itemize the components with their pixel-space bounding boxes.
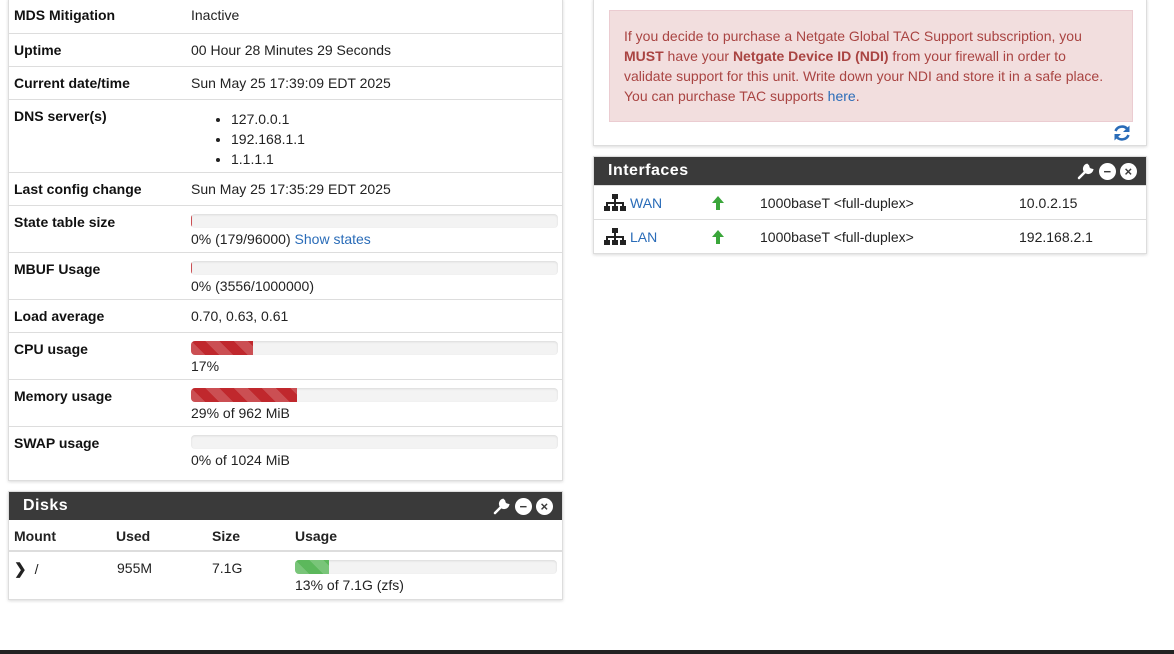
- mds-label: MDS Mitigation: [14, 7, 116, 23]
- disk-used: 955M: [117, 560, 153, 576]
- table-row[interactable]: ❯ / 955M 7.1G 13% of 7.1G (zfs): [9, 551, 562, 597]
- uptime-label: Uptime: [14, 42, 62, 58]
- disk-size: 7.1G: [212, 560, 243, 576]
- memory-progress-bar: [191, 388, 558, 402]
- cpu-row: CPU usage 17%: [9, 332, 562, 379]
- close-icon[interactable]: ×: [536, 497, 553, 515]
- mbuf-label: MBUF Usage: [14, 261, 101, 277]
- uptime-row: Uptime 00 Hour 28 Minutes 29 Seconds: [9, 33, 562, 66]
- swap-value: 0% of 1024 MiB: [191, 452, 290, 468]
- swap-progress-bar: [191, 435, 558, 449]
- cpu-value: 17%: [191, 358, 220, 374]
- tac-alert: If you decide to purchase a Netgate Glob…: [609, 10, 1133, 122]
- network-icon: [604, 227, 626, 245]
- datetime-label: Current date/time: [14, 75, 130, 91]
- col-used: Used: [111, 520, 207, 552]
- state-row: State table size 0% (179/96000) Show sta…: [9, 205, 562, 252]
- uptime-value: 00 Hour 28 Minutes 29 Seconds: [191, 42, 392, 58]
- state-progress-bar: [191, 214, 558, 228]
- wrench-icon[interactable]: [493, 497, 511, 515]
- interface-link-lan[interactable]: LAN: [630, 229, 657, 245]
- collapse-icon[interactable]: −: [1099, 162, 1116, 180]
- refresh-icon[interactable]: [1112, 123, 1132, 143]
- lastconfig-label: Last config change: [14, 181, 142, 197]
- lastconfig-row: Last config change Sun May 25 17:35:29 E…: [9, 172, 562, 205]
- close-icon[interactable]: ×: [1120, 162, 1137, 180]
- bottom-bar: [0, 650, 1174, 654]
- mds-value: Inactive: [191, 7, 240, 23]
- load-row: Load average 0.70, 0.63, 0.61: [9, 299, 562, 332]
- cpu-progress-bar: [191, 341, 558, 355]
- interfaces-title: Interfaces: [608, 162, 689, 179]
- interfaces-header: Interfaces − ×: [594, 157, 1146, 185]
- dns-list: 127.0.0.1 192.168.1.1 1.1.1.1: [191, 109, 558, 169]
- disks-panel: Disks − × Mount Used Size Usage ❯ / 955M …: [8, 491, 563, 600]
- lastconfig-value: Sun May 25 17:35:29 EDT 2025: [191, 181, 391, 197]
- interface-row-wan: WAN 1000baseT <full-duplex> 10.0.2.15: [594, 185, 1146, 219]
- memory-row: Memory usage 29% of 962 MiB: [9, 379, 562, 426]
- mds-row: MDS Mitigation Inactive: [9, 0, 562, 33]
- arrow-up-icon: [712, 229, 724, 244]
- dns-label: DNS server(s): [14, 108, 107, 124]
- mbuf-progress-bar: [191, 261, 558, 275]
- disk-usage-bar: [295, 560, 557, 574]
- load-label: Load average: [14, 308, 105, 324]
- arrow-up-icon: [712, 195, 724, 210]
- memory-label: Memory usage: [14, 388, 113, 404]
- interfaces-panel: Interfaces − × WAN 1000baseT <full-duple…: [593, 156, 1147, 254]
- swap-row: SWAP usage 0% of 1024 MiB: [9, 426, 562, 473]
- dns-server: 127.0.0.1: [231, 109, 558, 129]
- col-size: Size: [207, 520, 290, 552]
- disk-mount: /: [34, 561, 39, 577]
- memory-value: 29% of 962 MiB: [191, 405, 290, 421]
- chevron-right-icon[interactable]: ❯: [14, 561, 27, 578]
- tac-alert-panel: If you decide to purchase a Netgate Glob…: [593, 0, 1147, 146]
- tac-purchase-link[interactable]: here: [828, 88, 856, 104]
- datetime-row: Current date/time Sun May 25 17:39:09 ED…: [9, 66, 562, 99]
- cpu-label: CPU usage: [14, 341, 88, 357]
- disk-usage: 13% of 7.1G (zfs): [295, 577, 404, 593]
- show-states-link[interactable]: Show states: [295, 231, 371, 247]
- mbuf-value: 0% (3556/1000000): [191, 278, 314, 294]
- disks-title: Disks: [23, 497, 69, 514]
- datetime-value: Sun May 25 17:39:09 EDT 2025: [191, 75, 391, 91]
- col-mount: Mount: [9, 520, 111, 552]
- interface-ip: 192.168.2.1: [1019, 228, 1093, 245]
- swap-label: SWAP usage: [14, 435, 100, 451]
- interface-media: 1000baseT <full-duplex>: [760, 228, 914, 245]
- system-info-panel: MDS Mitigation Inactive Uptime 00 Hour 2…: [8, 0, 563, 481]
- dns-server: 192.168.1.1: [231, 129, 558, 149]
- disks-table: Mount Used Size Usage ❯ / 955M 7.1G 13% o…: [9, 520, 562, 597]
- col-usage: Usage: [290, 520, 562, 552]
- interface-link-wan[interactable]: WAN: [630, 195, 662, 211]
- state-label: State table size: [14, 214, 116, 230]
- wrench-icon[interactable]: [1077, 162, 1095, 180]
- collapse-icon[interactable]: −: [515, 497, 532, 515]
- interface-media: 1000baseT <full-duplex>: [760, 194, 914, 211]
- dns-server: 1.1.1.1: [231, 149, 558, 169]
- load-value: 0.70, 0.63, 0.61: [191, 308, 289, 324]
- interface-ip: 10.0.2.15: [1019, 194, 1078, 211]
- state-value: 0% (179/96000): [191, 231, 291, 247]
- dns-row: DNS server(s) 127.0.0.1 192.168.1.1 1.1.…: [9, 99, 562, 172]
- mbuf-row: MBUF Usage 0% (3556/1000000): [9, 252, 562, 299]
- disks-header: Disks − ×: [9, 492, 562, 520]
- network-icon: [604, 193, 626, 211]
- interface-row-lan: LAN 1000baseT <full-duplex> 192.168.2.1: [594, 219, 1146, 253]
